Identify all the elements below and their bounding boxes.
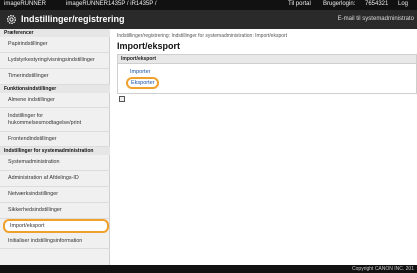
page-title: Import/eksport bbox=[117, 41, 181, 51]
sidebar-item-timer-settings[interactable]: Timerindstillinger bbox=[0, 69, 110, 85]
page-header: Indstillinger/registrering E-mail til sy… bbox=[0, 10, 417, 29]
sidebar-item-label: hukommelsesmodtagelse/print bbox=[8, 119, 82, 126]
user-id: 7654321 bbox=[365, 1, 389, 7]
sidebar: Præferencer Papirindstillinger Lydstyrke… bbox=[0, 29, 110, 265]
login-label: Brugerlogin: bbox=[323, 1, 356, 7]
back-to-top-icon[interactable] bbox=[119, 96, 125, 102]
sidebar-item-memory-receive-print[interactable]: Indstillinger for hukommelsesmodtagelse/… bbox=[0, 108, 110, 132]
sidebar-section-system-admin: Indstillinger for systemadministration bbox=[0, 147, 110, 155]
sidebar-item-label: Indstillinger for bbox=[8, 112, 44, 119]
panel-header: Import/eksport bbox=[118, 55, 416, 64]
import-export-panel: Import/eksport Importer Eksporter bbox=[117, 54, 417, 94]
sidebar-item-import-export[interactable]: Import/eksport bbox=[3, 219, 109, 233]
sidebar-item-department-id[interactable]: Administration af Afdelings-ID bbox=[0, 171, 110, 187]
sidebar-section-preferences: Præferencer bbox=[0, 29, 110, 37]
footer: Copyright CANON INC. 201 bbox=[0, 265, 417, 273]
settings-gear-icon bbox=[7, 15, 16, 24]
logout-link[interactable]: Log bbox=[398, 1, 408, 7]
portal-link[interactable]: Til portal bbox=[288, 1, 311, 7]
import-link[interactable]: Importer bbox=[130, 69, 150, 75]
sidebar-item-network-settings[interactable]: Netværksindstillinger bbox=[0, 187, 110, 203]
admin-email-link[interactable]: E-mail til systemadministrato bbox=[338, 16, 414, 22]
sidebar-item-paper-settings[interactable]: Papirindstillinger bbox=[0, 37, 110, 53]
sidebar-item-initialize-settings[interactable]: Initialiser indstillingsinformation bbox=[0, 234, 110, 249]
sidebar-item-system-administration[interactable]: Systemadministration bbox=[0, 155, 110, 171]
device-model: imageRUNNER1435P / iR1435P / bbox=[66, 1, 157, 7]
breadcrumb: Indstillinger/registrering: Indstillinge… bbox=[117, 33, 288, 39]
sidebar-item-volume-display[interactable]: Lydstyrkestyring/visningsindstillinger bbox=[0, 53, 110, 69]
sidebar-item-frontend-settings[interactable]: Frontendindstillinger bbox=[0, 132, 110, 147]
copyright-text: Copyright CANON INC. 201 bbox=[352, 266, 414, 272]
header-title: Indstillinger/registrering bbox=[21, 14, 125, 24]
sidebar-section-function-settings: Funktionsindstillinger bbox=[0, 85, 110, 93]
top-status-bar: imageRUNNER imageRUNNER1435P / iR1435P /… bbox=[0, 0, 417, 10]
sidebar-item-general-settings[interactable]: Almene indstillinger bbox=[0, 93, 110, 108]
export-link[interactable]: Eksporter bbox=[126, 77, 159, 89]
sidebar-item-security-settings[interactable]: Sikkerhedsindstillinger bbox=[0, 203, 110, 219]
device-name: imageRUNNER bbox=[4, 1, 47, 7]
